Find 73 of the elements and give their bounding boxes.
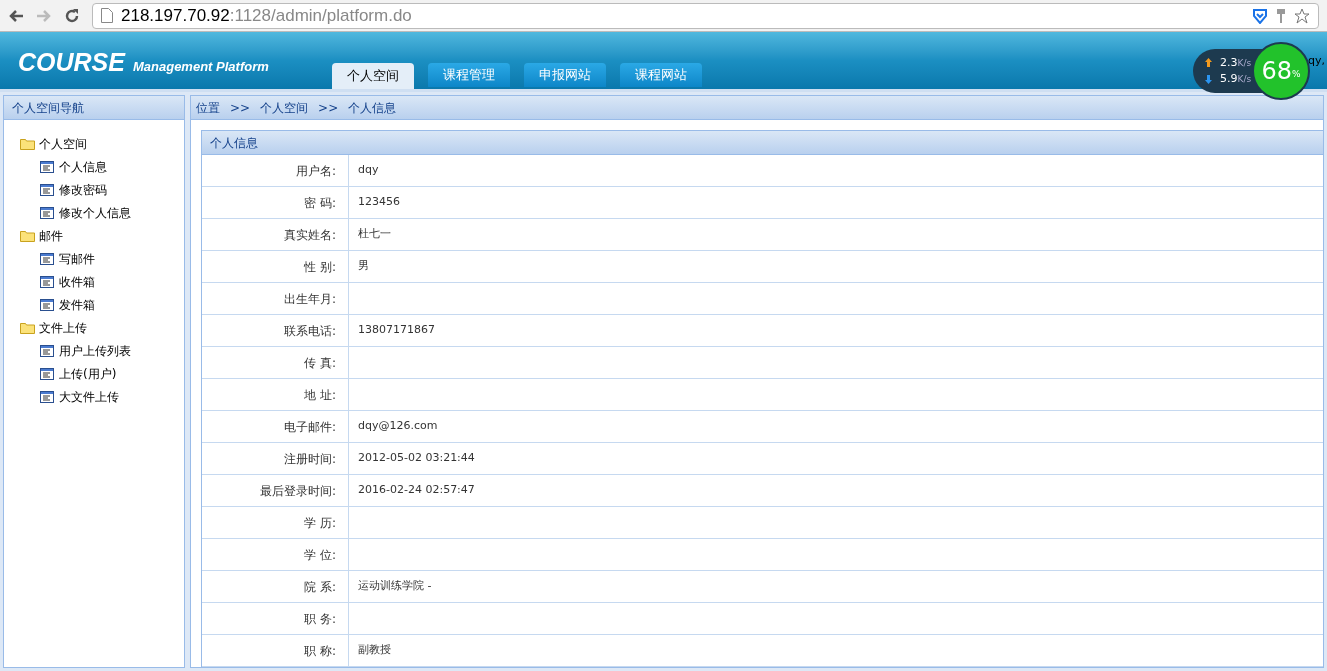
tree-item[interactable]: 收件箱 xyxy=(20,270,184,293)
download-speed: 5.9K/s xyxy=(1220,71,1252,87)
folder-icon xyxy=(20,321,35,334)
folder-icon xyxy=(20,137,35,150)
tree-folder[interactable]: 邮件 xyxy=(20,224,184,247)
field-label: 性 别: xyxy=(202,251,349,282)
star-icon[interactable] xyxy=(1294,7,1310,24)
field-label: 学 历: xyxy=(202,507,349,538)
document-icon xyxy=(40,344,54,357)
field-value: dqy@126.com xyxy=(357,418,439,435)
key-icon[interactable] xyxy=(1276,7,1286,24)
field-label: 联系电话: xyxy=(202,315,349,346)
tree-item[interactable]: 修改个人信息 xyxy=(20,201,184,224)
field-value: 杜七一 xyxy=(357,226,392,243)
field-label: 学 位: xyxy=(202,539,349,570)
document-icon xyxy=(40,275,54,288)
field-label: 传 真: xyxy=(202,347,349,378)
field-value: 123456 xyxy=(357,194,401,211)
breadcrumb-text: 位置 xyxy=(196,99,220,117)
panel-title: 个人信息 xyxy=(202,131,1323,155)
document-icon xyxy=(40,298,54,311)
field-label: 电子邮件: xyxy=(202,411,349,442)
field-label: 职 务: xyxy=(202,603,349,634)
back-icon[interactable] xyxy=(8,8,24,23)
field-value: 2016-02-24 02:57:47 xyxy=(357,482,476,499)
field-value: 男 xyxy=(357,258,370,275)
breadcrumb-text: >> xyxy=(318,99,339,117)
document-icon xyxy=(40,367,54,380)
field-value: 运动训练学院 - xyxy=(357,578,433,595)
document-icon xyxy=(40,183,54,196)
tree-item[interactable]: 个人信息 xyxy=(20,155,184,178)
breadcrumb-text: 个人信息 xyxy=(348,99,397,117)
breadcrumb-text: >> xyxy=(230,99,251,117)
field-label: 最后登录时间: xyxy=(202,475,349,506)
address-bar[interactable]: 218.197.70.92:1128/admin/platform.do xyxy=(92,2,1319,29)
tree-item[interactable]: 用户上传列表 xyxy=(20,339,184,362)
tree-item[interactable]: 修改密码 xyxy=(20,178,184,201)
tree-item[interactable]: 写邮件 xyxy=(20,247,184,270)
tree-item[interactable]: 上传(用户) xyxy=(20,362,184,385)
logo-subtitle: Management Platform xyxy=(132,57,269,76)
field-label: 院 系: xyxy=(202,571,349,602)
reload-icon[interactable] xyxy=(64,7,80,24)
tree-folder[interactable]: 文件上传 xyxy=(20,316,184,339)
field-value: 2012-05-02 03:21:44 xyxy=(357,450,476,467)
tree-folder[interactable]: 个人空间 xyxy=(20,132,184,155)
field-label: 地 址: xyxy=(202,379,349,410)
document-icon xyxy=(40,390,54,403)
field-value: 副教授 xyxy=(357,642,392,659)
field-label: 真实姓名: xyxy=(202,219,349,250)
field-label: 注册时间: xyxy=(202,443,349,474)
field-value: 13807171867 xyxy=(357,322,436,339)
nav-tab[interactable]: 个人空间 xyxy=(332,63,414,89)
user-name-text: qy, xyxy=(1308,53,1325,70)
document-icon xyxy=(40,206,54,219)
page-icon xyxy=(101,8,113,23)
logo-text: COURSE xyxy=(18,46,125,78)
tree-item[interactable]: 大文件上传 xyxy=(20,385,184,408)
document-icon xyxy=(40,160,54,173)
tree-item[interactable]: 发件箱 xyxy=(20,293,184,316)
url-text: 218.197.70.92:1128/admin/platform.do xyxy=(121,4,412,27)
field-label: 出生年月: xyxy=(202,283,349,314)
field-value: dqy xyxy=(357,162,380,179)
shield-icon[interactable] xyxy=(1252,7,1268,24)
field-label: 用户名: xyxy=(202,155,349,186)
upload-arrow-icon xyxy=(1205,58,1212,68)
breadcrumb-text: 个人空间 xyxy=(260,99,309,117)
field-label: 密 码: xyxy=(202,187,349,218)
document-icon xyxy=(40,252,54,265)
field-label: 职 称: xyxy=(202,635,349,666)
download-arrow-icon xyxy=(1205,74,1212,84)
sidebar-title: 个人空间导航 xyxy=(4,96,184,120)
upload-speed: 2.3K/s xyxy=(1220,54,1252,71)
folder-icon xyxy=(20,229,35,242)
